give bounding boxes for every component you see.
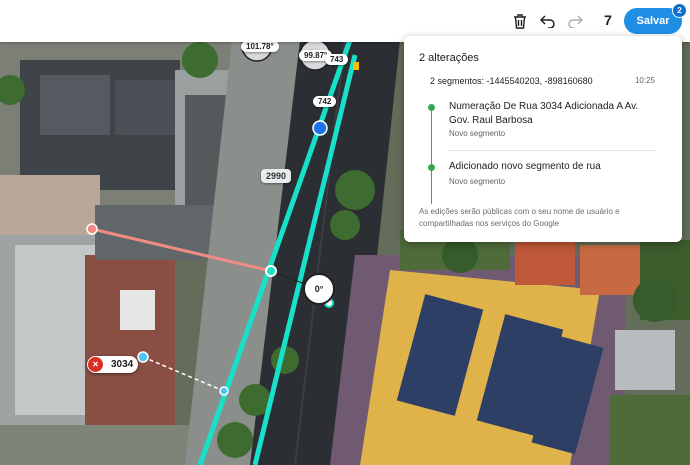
changes-panel: 2 alterações 2 segmentos: -1445540203, -… bbox=[404, 36, 682, 242]
house-number-pin-node[interactable] bbox=[137, 351, 149, 363]
house-number-label: 2990 bbox=[261, 169, 292, 183]
redo-icon[interactable] bbox=[563, 9, 587, 33]
delete-house-number-icon[interactable]: ✕ bbox=[88, 357, 103, 372]
timeline-dot bbox=[428, 164, 435, 171]
speed-label: 101.78° bbox=[241, 41, 279, 52]
segment-label: 743 bbox=[325, 54, 349, 65]
junction-node[interactable] bbox=[265, 265, 277, 277]
trash-icon[interactable] bbox=[508, 9, 532, 33]
undo-icon[interactable] bbox=[536, 9, 560, 33]
angle-badge: 0° bbox=[303, 273, 335, 305]
direction-arrow-icon bbox=[353, 62, 359, 70]
entry-divider bbox=[449, 150, 656, 151]
save-count-badge: 2 bbox=[672, 3, 687, 18]
changes-title: 2 alterações bbox=[419, 52, 479, 64]
change-entry-title[interactable]: Adicionado novo segmento de rua bbox=[449, 160, 659, 174]
panel-footer-note: As edições serão públicas com o seu nome… bbox=[419, 207, 620, 228]
house-number-road-node[interactable] bbox=[219, 386, 229, 396]
house-number-value[interactable]: 3034 bbox=[103, 359, 138, 370]
camera-icon[interactable] bbox=[312, 120, 328, 136]
segments-summary: 2 segmentos: -1445540203, -898160680 bbox=[430, 76, 593, 86]
timeline-dot bbox=[428, 104, 435, 111]
change-entry-title[interactable]: Numeração De Rua 3034 Adicionada A Av. G… bbox=[449, 100, 659, 128]
segment-label: 742 bbox=[313, 96, 337, 107]
change-entry-subtitle: Novo segmento bbox=[449, 177, 506, 186]
change-time: 10:25 bbox=[634, 76, 655, 85]
timeline-line bbox=[431, 108, 432, 204]
segment-endpoint-node[interactable] bbox=[86, 223, 98, 235]
edit-counter: 7 bbox=[604, 12, 612, 28]
change-entry-subtitle: Novo segmento bbox=[449, 129, 506, 138]
angle-label: 0° bbox=[314, 284, 324, 294]
house-number-marker[interactable]: ✕ 3034 bbox=[87, 356, 139, 373]
